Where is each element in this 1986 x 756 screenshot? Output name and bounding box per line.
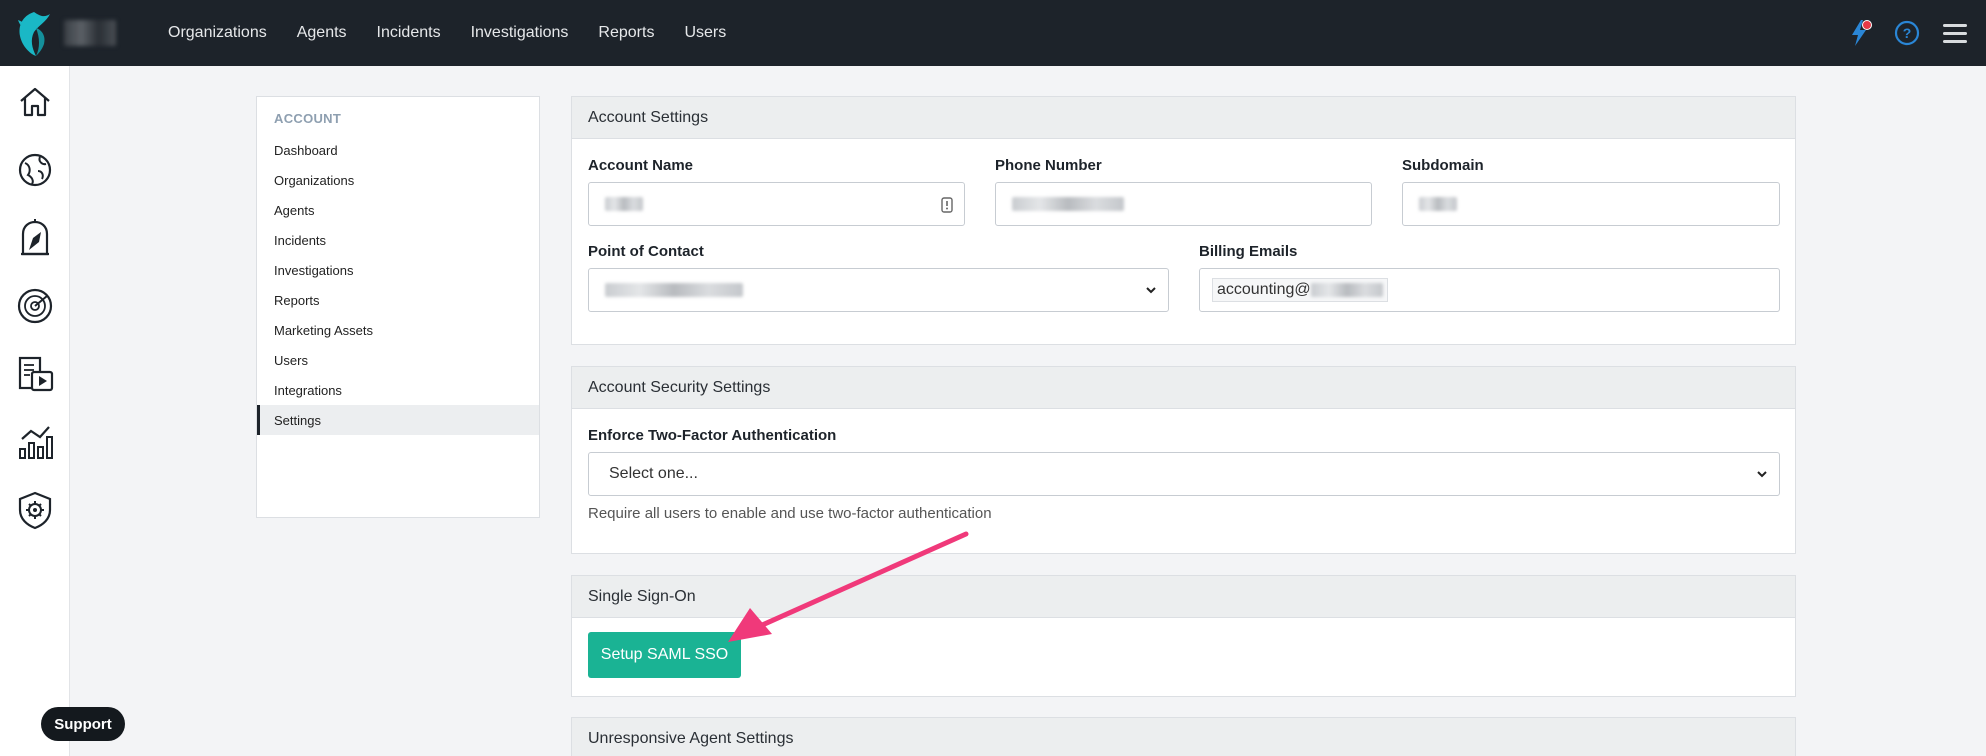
password-manager-icon[interactable] [940, 197, 954, 213]
sidebar-item-users[interactable]: Users [257, 345, 539, 375]
chevron-down-icon [1146, 287, 1156, 294]
rail-home[interactable] [15, 82, 55, 122]
account-name-input[interactable] [588, 182, 965, 226]
unresponsive-agent-panel: Unresponsive Agent Settings [571, 717, 1796, 756]
sidebar-item-organizations[interactable]: Organizations [257, 165, 539, 195]
sidebar-item-reports[interactable]: Reports [257, 285, 539, 315]
chart-icon [19, 426, 53, 459]
nav-investigations[interactable]: Investigations [471, 24, 569, 42]
two-factor-value: Select one... [609, 465, 698, 482]
hamburger-menu-button[interactable] [1938, 16, 1972, 50]
help-button[interactable]: ? [1890, 16, 1924, 50]
main-nav: Organizations Agents Incidents Investiga… [168, 24, 756, 42]
sidebar-item-dashboard[interactable]: Dashboard [257, 135, 539, 165]
support-button[interactable]: Support [41, 707, 125, 741]
rail-analytics[interactable] [15, 422, 55, 462]
icon-rail [0, 66, 70, 756]
panel-title: Account Settings [572, 97, 1795, 139]
nav-reports[interactable]: Reports [598, 24, 654, 42]
two-factor-help: Require all users to enable and use two-… [588, 505, 992, 522]
two-factor-label: Enforce Two-Factor Authentication [588, 427, 837, 444]
redacted-value [605, 197, 643, 211]
panel-title: Unresponsive Agent Settings [572, 718, 1795, 756]
phone-number-input[interactable] [995, 182, 1372, 226]
hamburger-menu-icon [1943, 24, 1967, 43]
sidebar-item-integrations[interactable]: Integrations [257, 375, 539, 405]
phone-number-label: Phone Number [995, 157, 1102, 174]
account-security-panel: Account Security Settings Enforce Two-Fa… [571, 366, 1796, 554]
panel-title: Account Security Settings [572, 367, 1795, 409]
rail-globe[interactable] [15, 150, 55, 190]
redacted-value [1310, 283, 1383, 297]
nav-users[interactable]: Users [684, 24, 726, 42]
sidebar-item-marketing-assets[interactable]: Marketing Assets [257, 315, 539, 345]
sidebar-item-incidents[interactable]: Incidents [257, 225, 539, 255]
sidebar-item-settings[interactable]: Settings [257, 405, 539, 435]
radar-icon [17, 288, 53, 324]
help-circle-icon: ? [1894, 20, 1920, 46]
subdomain-input[interactable] [1402, 182, 1780, 226]
billing-emails-input[interactable]: accounting@ [1199, 268, 1780, 312]
nav-incidents[interactable]: Incidents [377, 24, 441, 42]
redacted-value [605, 283, 743, 297]
home-icon [20, 87, 50, 117]
two-factor-select[interactable]: Select one... [588, 452, 1780, 496]
single-sign-on-panel: Single Sign-On Setup SAML SSO [571, 575, 1796, 697]
nav-agents[interactable]: Agents [297, 24, 347, 42]
billing-emails-label: Billing Emails [1199, 243, 1298, 260]
redacted-value [1012, 197, 1124, 211]
rail-cage[interactable] [15, 218, 55, 258]
notifications-button[interactable] [1842, 16, 1876, 50]
brand-logo-icon [18, 12, 50, 56]
point-of-contact-select[interactable] [588, 268, 1169, 312]
setup-saml-sso-button[interactable]: Setup SAML SSO [588, 632, 741, 678]
panel-title: Single Sign-On [572, 576, 1795, 618]
account-name-label: Account Name [588, 157, 694, 174]
rail-security[interactable] [15, 490, 55, 530]
document-video-icon [18, 356, 54, 392]
billing-email-tag: accounting@ [1212, 278, 1388, 302]
shield-gear-icon [18, 491, 52, 530]
bird-cage-icon [21, 219, 49, 256]
subdomain-label: Subdomain [1402, 157, 1484, 174]
svg-text:?: ? [1903, 25, 1912, 41]
notification-dot [1862, 20, 1872, 30]
chevron-down-icon [1757, 471, 1767, 478]
sidebar-item-agents[interactable]: Agents [257, 195, 539, 225]
nav-organizations[interactable]: Organizations [168, 24, 267, 42]
rail-documents[interactable] [15, 354, 55, 394]
account-settings-panel: Account Settings Account Name Phone Numb… [571, 96, 1796, 345]
rail-radar[interactable] [15, 286, 55, 326]
point-of-contact-label: Point of Contact [588, 243, 704, 260]
top-navigation-bar: Organizations Agents Incidents Investiga… [0, 0, 1986, 66]
sidebar-item-investigations[interactable]: Investigations [257, 255, 539, 285]
org-name-redacted [64, 20, 116, 46]
billing-email-value: accounting@ [1217, 281, 1311, 298]
logo-area[interactable] [0, 0, 150, 66]
top-right-icons: ? [1842, 0, 1972, 66]
redacted-value [1419, 197, 1457, 211]
globe-icon [18, 153, 52, 187]
menu-heading: ACCOUNT [274, 111, 342, 126]
account-sidebar-menu: ACCOUNT Dashboard Organizations Agents I… [256, 96, 540, 518]
